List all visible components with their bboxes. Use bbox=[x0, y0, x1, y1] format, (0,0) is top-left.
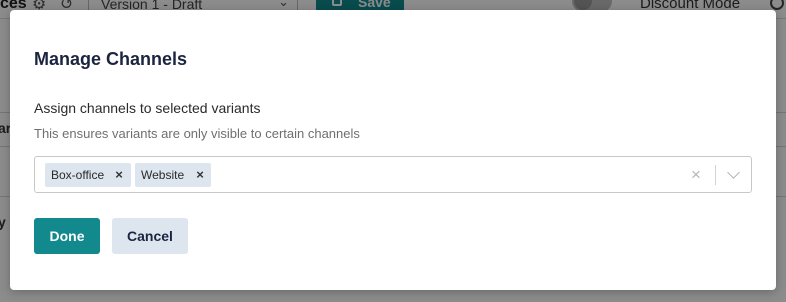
manage-channels-dialog: Manage Channels Assign channels to selec… bbox=[10, 10, 776, 290]
clear-all-icon[interactable]: × bbox=[685, 163, 707, 187]
indicator-separator bbox=[715, 165, 716, 185]
dropdown-toggle[interactable] bbox=[721, 163, 747, 187]
cancel-button[interactable]: Cancel bbox=[112, 218, 188, 254]
field-help-text: This ensures variants are only visible t… bbox=[34, 126, 360, 141]
done-button[interactable]: Done bbox=[34, 218, 100, 254]
channel-chip-label: Website bbox=[141, 168, 185, 182]
channels-multiselect[interactable]: Box-office × Website × × bbox=[34, 156, 752, 193]
chevron-down-icon bbox=[727, 166, 740, 179]
field-label: Assign channels to selected variants bbox=[34, 100, 261, 116]
remove-chip-icon[interactable]: × bbox=[193, 166, 207, 183]
channel-chip-label: Box-office bbox=[51, 168, 105, 182]
channel-chip: Box-office × bbox=[45, 163, 131, 187]
dialog-title: Manage Channels bbox=[34, 49, 188, 69]
channel-chip: Website × bbox=[135, 163, 211, 187]
remove-chip-icon[interactable]: × bbox=[112, 166, 126, 183]
